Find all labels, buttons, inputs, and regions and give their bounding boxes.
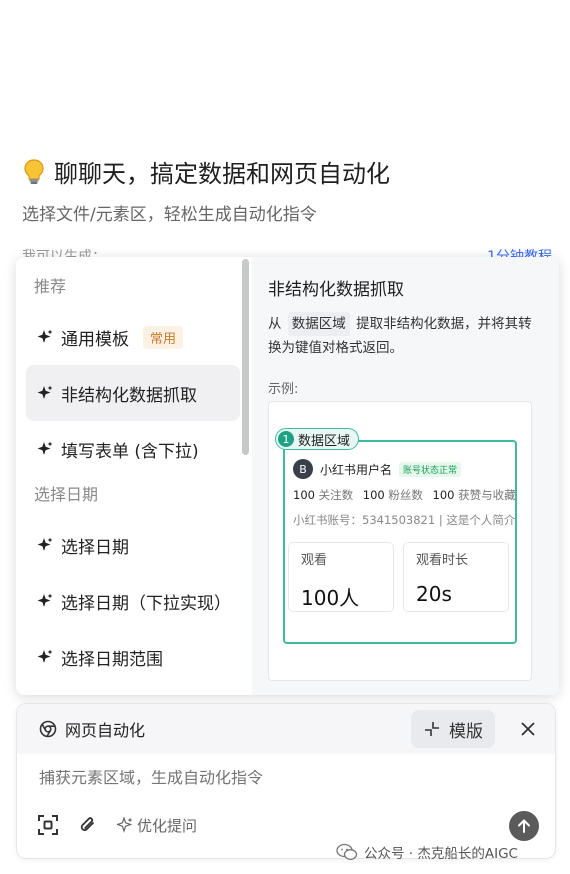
menu-item-label: 选择日期（下拉实现） xyxy=(61,593,231,614)
sparkle-icon xyxy=(37,441,53,455)
template-mode-button[interactable]: 模版 xyxy=(411,710,495,748)
profile-row: B 小红书用户名 账号状态正常 xyxy=(293,459,462,479)
example-image: B 小红书用户名 账号状态正常 100 关注数 100 粉丝数 100 获赞与收… xyxy=(268,401,532,681)
profile-desc: 小红书账号：5341503821 | 这是个人简介 xyxy=(293,513,516,527)
arrow-up-icon xyxy=(518,819,530,833)
sparkle-icon xyxy=(37,329,53,343)
metric-value: 20s xyxy=(416,582,452,606)
composer-header: 网页自动化 模版 xyxy=(17,704,555,754)
username: 小红书用户名 xyxy=(320,462,393,477)
menu-item-select-date-dropdown[interactable]: 选择日期（下拉实现） xyxy=(26,573,240,629)
metric-card-watch-time: 观看时长 20s xyxy=(403,542,509,612)
sparkle-icon xyxy=(37,385,53,399)
status-badge: 账号状态正常 xyxy=(399,461,462,477)
data-region-tag: 1 数据区域 xyxy=(275,428,360,450)
menu-item-fill-form[interactable]: 填写表单 (含下拉) xyxy=(26,421,240,477)
metric-label: 观看 xyxy=(301,553,328,568)
avatar: B xyxy=(293,459,313,479)
data-region-chip: 数据区域 xyxy=(287,312,350,336)
close-button[interactable] xyxy=(511,712,545,746)
preview-desc-prefix: 从 xyxy=(268,316,282,332)
automation-chip-label: 网页自动化 xyxy=(65,721,146,740)
capture-region-icon[interactable] xyxy=(37,814,59,836)
watermark: 公众号 · 杰克船长的AIGC xyxy=(336,842,518,862)
metric-value: 100人 xyxy=(301,586,360,610)
hero-subtitle: 选择文件/元素区，轻松生成自动化指令 xyxy=(22,205,317,225)
stat-value: 100 xyxy=(432,488,455,502)
region-number: 1 xyxy=(278,431,294,447)
menu-item-general-template[interactable]: 通用模板 常用 xyxy=(26,309,240,365)
group-title-select-date: 选择日期 xyxy=(34,485,99,504)
common-tag: 常用 xyxy=(143,325,184,349)
stat-value: 100 xyxy=(293,488,315,502)
region-label: 数据区域 xyxy=(298,433,351,449)
browser-icon xyxy=(39,720,57,738)
instruction-input[interactable] xyxy=(39,770,519,788)
menu-item-select-date[interactable]: 选择日期 xyxy=(26,517,240,573)
data-region-box: B 小红书用户名 账号状态正常 100 关注数 100 粉丝数 100 获赞与收… xyxy=(283,440,517,644)
menu-item-label: 填写表单 (含下拉) xyxy=(61,441,199,462)
template-mode-label: 模版 xyxy=(449,721,483,742)
menu-item-label: 非结构化数据抓取 xyxy=(61,385,197,406)
stat-label: 关注数 xyxy=(318,488,354,502)
composer: 网页自动化 模版 优化提问 xyxy=(16,703,556,859)
stat-label: 粉丝数 xyxy=(388,488,423,502)
stat-label: 获赞与收藏 xyxy=(458,488,516,502)
sparkle-icon xyxy=(37,593,53,607)
preview-title: 非结构化数据抓取 xyxy=(268,280,404,300)
close-icon xyxy=(521,722,535,736)
example-label: 示例: xyxy=(268,382,299,397)
sparkle-icon xyxy=(37,537,53,551)
preview-description: 从 数据区域 提取非结构化数据，并将其转换为键值对格式返回。 xyxy=(268,312,543,360)
menu-item-label: 选择日期 xyxy=(61,537,129,558)
menu-item-select-date-range[interactable]: 选择日期范围 xyxy=(26,629,240,685)
menu-item-unstructured-scraping[interactable]: 非结构化数据抓取 xyxy=(26,365,240,421)
template-list-scrollbar[interactable] xyxy=(242,259,249,455)
wechat-icon xyxy=(336,843,358,860)
stat-value: 100 xyxy=(362,488,385,502)
optimize-question-button[interactable]: 优化提问 xyxy=(117,815,197,836)
hero-title: 聊聊天，搞定数据和网页自动化 xyxy=(22,154,390,189)
menu-item-label: 选择日期范围 xyxy=(61,649,163,670)
template-popup: 推荐 通用模板 常用 非结构化数据抓取 填写表单 (含下拉) 选择日期 选择日期… xyxy=(16,257,559,695)
sparkle-icon xyxy=(117,817,133,833)
send-button[interactable] xyxy=(509,811,539,841)
optimize-label: 优化提问 xyxy=(137,816,198,835)
sparkle-icon xyxy=(37,649,53,663)
collapse-icon xyxy=(425,722,439,736)
watermark-text: 公众号 · 杰克船长的AIGC xyxy=(364,846,518,862)
attachment-icon[interactable] xyxy=(77,814,99,836)
template-list: 推荐 通用模板 常用 非结构化数据抓取 填写表单 (含下拉) 选择日期 选择日期… xyxy=(16,257,252,695)
template-preview: 非结构化数据抓取 从 数据区域 提取非结构化数据，并将其转换为键值对格式返回。 … xyxy=(252,257,559,695)
lightbulb-icon xyxy=(24,158,44,184)
stats-row: 100 关注数 100 粉丝数 100 获赞与收藏 xyxy=(293,487,522,503)
hero-title-text: 聊聊天，搞定数据和网页自动化 xyxy=(54,160,390,188)
metric-card-views: 观看 100人 xyxy=(288,542,394,612)
group-title-recommended: 推荐 xyxy=(34,277,67,296)
menu-item-label: 通用模板 xyxy=(61,329,129,350)
metric-label: 观看时长 xyxy=(416,553,469,568)
composer-toolbar: 优化提问 xyxy=(37,814,197,836)
